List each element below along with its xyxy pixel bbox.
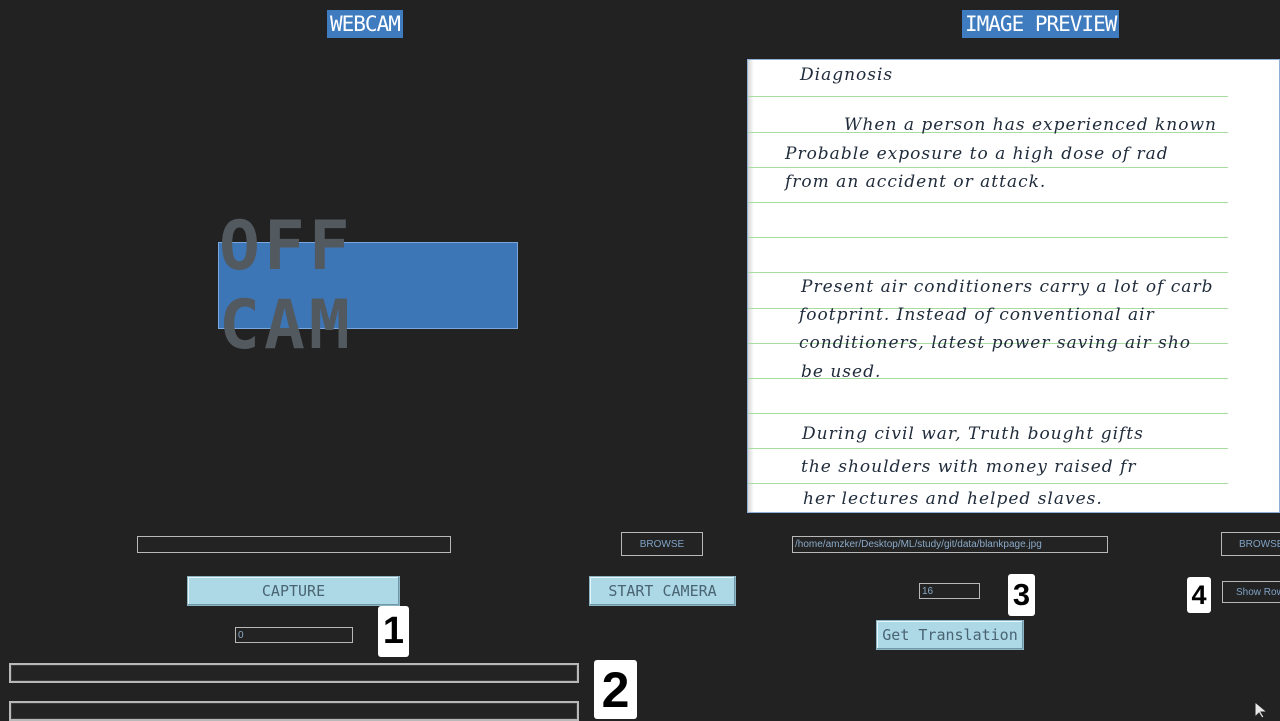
page-rule bbox=[748, 202, 1228, 203]
marker-2: 2 bbox=[594, 660, 637, 719]
page-rule bbox=[748, 272, 1228, 273]
marker-1: 1 bbox=[378, 606, 409, 657]
page-edge bbox=[748, 60, 754, 512]
page-rule bbox=[748, 237, 1228, 238]
handwritten-line: Probable exposure to a high dose of rad bbox=[785, 144, 1169, 164]
webcam-browse-button[interactable]: BROWSE bbox=[621, 532, 703, 556]
output-bar-2[interactable] bbox=[9, 701, 579, 721]
capture-counter-field[interactable]: 0 bbox=[235, 627, 353, 643]
get-translation-button[interactable]: Get Translation bbox=[876, 620, 1024, 650]
marker-3: 3 bbox=[1008, 574, 1035, 616]
handwritten-line: During civil war, Truth bought gifts bbox=[802, 424, 1144, 444]
webcam-path-field[interactable] bbox=[137, 536, 451, 553]
handwritten-line: When a person has experienced known bbox=[844, 115, 1217, 135]
handwritten-line: the shoulders with money raised fr bbox=[801, 457, 1137, 477]
output-bar-1[interactable] bbox=[9, 663, 579, 683]
mouse-pointer-icon bbox=[1253, 701, 1271, 719]
handwritten-line: Present air conditioners carry a lot of … bbox=[801, 277, 1214, 297]
start-camera-button[interactable]: START CAMERA bbox=[589, 576, 736, 606]
preview-browse-button[interactable]: BROWSE bbox=[1221, 532, 1280, 556]
show-rows-button[interactable]: Show Rows bbox=[1222, 581, 1280, 603]
page-rule bbox=[748, 483, 1228, 484]
handwritten-line: be used. bbox=[801, 362, 882, 382]
handwritten-line: footprint. Instead of conventional air bbox=[799, 305, 1155, 325]
page-rule bbox=[748, 448, 1228, 449]
off-cam-display: OFF CAM bbox=[218, 207, 518, 365]
file-path-field[interactable]: /home/amzker/Desktop/ML/study/git/data/b… bbox=[792, 536, 1108, 553]
capture-button[interactable]: CAPTURE bbox=[187, 576, 400, 606]
page-rule bbox=[748, 167, 1228, 168]
image-preview: Diagnosis When a person has experienced … bbox=[747, 59, 1280, 513]
handwritten-line: from an accident or attack. bbox=[785, 172, 1047, 192]
webcam-title: WEBCAM bbox=[327, 10, 403, 38]
marker-4: 4 bbox=[1187, 577, 1211, 613]
image-preview-title: IMAGE PREVIEW bbox=[962, 10, 1120, 38]
handwritten-line: her lectures and helped slaves. bbox=[803, 489, 1103, 509]
rows-count-field[interactable]: 16 bbox=[919, 583, 980, 599]
handwritten-line: Diagnosis bbox=[800, 65, 894, 85]
handwritten-line: conditioners, latest power saving air sh… bbox=[799, 333, 1192, 353]
page-rule bbox=[748, 413, 1228, 414]
page-rule bbox=[748, 96, 1228, 97]
